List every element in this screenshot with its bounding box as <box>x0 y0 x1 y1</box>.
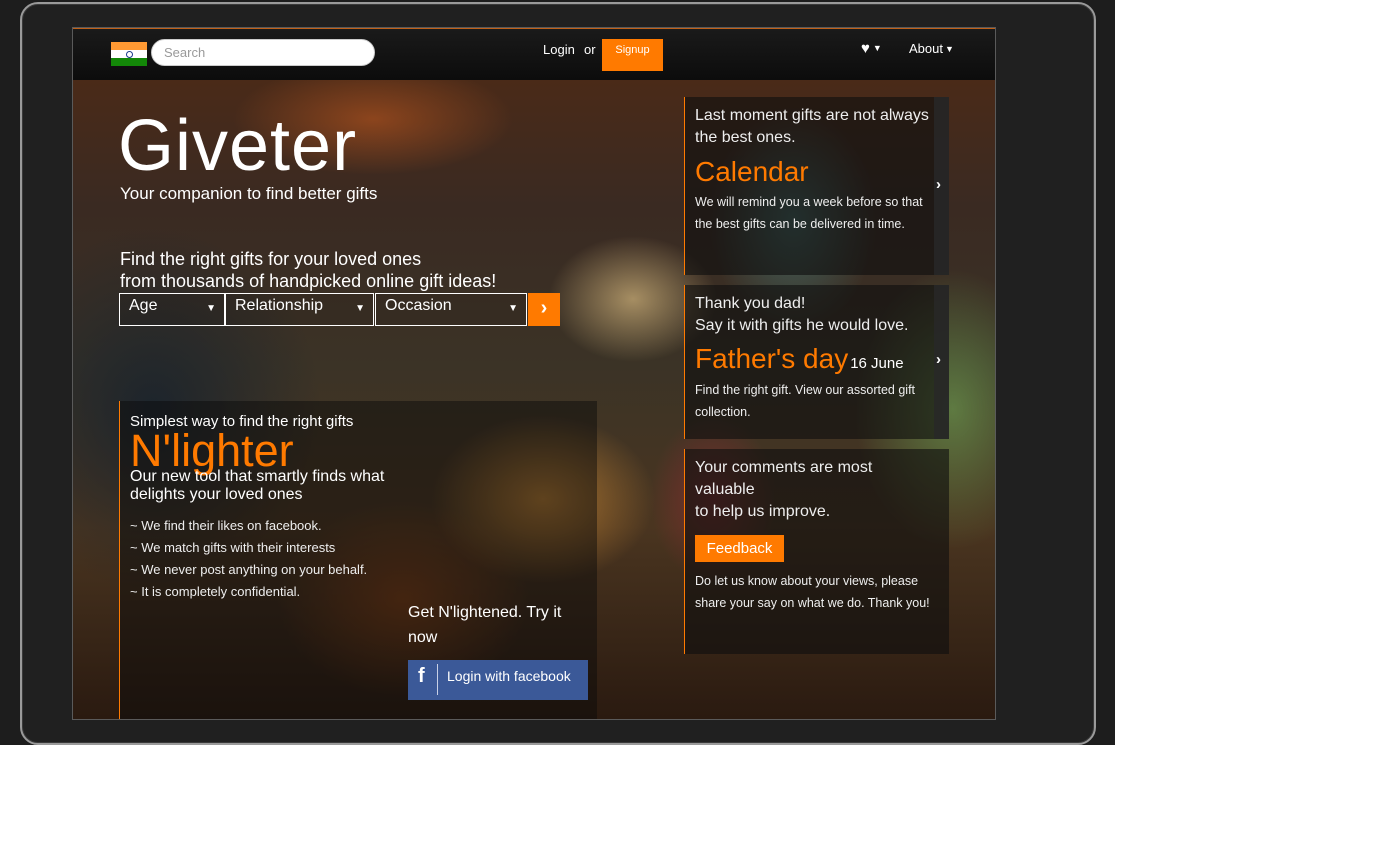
nlighter-panel: Simplest way to find the right gifts N'l… <box>119 401 597 719</box>
feedback-pretext: Your comments are most valuable to help … <box>695 457 915 523</box>
find-heading-line1: Find the right gifts for your loved ones <box>120 249 422 269</box>
occasion-select-label: Occasion <box>385 297 452 314</box>
signup-button[interactable]: Signup <box>602 39 663 71</box>
age-select[interactable]: Age ▼ <box>119 293 225 326</box>
login-link[interactable]: Login <box>543 42 575 57</box>
button-divider <box>437 664 438 695</box>
occasion-select[interactable]: Occasion ▼ <box>375 293 527 326</box>
fathers-day-date: 16 June <box>850 355 904 372</box>
or-text: or <box>584 42 596 57</box>
relationship-select-label: Relationship <box>235 297 324 314</box>
relationship-select[interactable]: Relationship ▼ <box>225 293 374 326</box>
calendar-title: Calendar <box>695 156 809 187</box>
chevron-right-icon: › <box>540 297 548 319</box>
feedback-body: Do let us know about your views, please … <box>695 574 930 610</box>
find-heading-line2: from thousands of handpicked online gift… <box>120 271 497 291</box>
chevron-down-icon: ▼ <box>508 303 518 314</box>
feedback-pretext-line1: Your comments are most valuable <box>695 459 873 498</box>
chevron-right-icon: › <box>936 351 941 368</box>
list-item: ~ We find their likes on facebook. <box>130 518 322 533</box>
calendar-pretext: Last moment gifts are not always the bes… <box>695 107 929 146</box>
calendar-card[interactable]: Last moment gifts are not always the bes… <box>684 97 949 275</box>
find-heading: Find the right gifts for your loved ones… <box>120 248 496 292</box>
feedback-button[interactable]: Feedback <box>695 535 784 562</box>
app-viewport: Login or Signup ♥▼ About▼ Giveter Your c… <box>72 27 996 720</box>
fathers-day-title: Father's day <box>695 343 849 374</box>
chevron-down-icon: ▼ <box>355 303 365 314</box>
calendar-body: We will remind you a week before so that… <box>695 195 923 231</box>
list-item: ~ It is completely confidential. <box>130 584 301 599</box>
nlighter-cta-text: Get N'lightened. Try it now <box>408 604 562 646</box>
nlighter-description: Our new tool that smartly finds what del… <box>130 468 385 503</box>
tagline: Your companion to find better gifts <box>120 184 378 203</box>
facebook-button-label: Login with facebook <box>447 668 571 684</box>
search-input[interactable] <box>151 39 375 66</box>
login-with-facebook-button[interactable]: f Login with facebook <box>408 660 588 700</box>
chevron-down-icon: ▼ <box>206 303 216 314</box>
chevron-right-icon: › <box>936 176 941 193</box>
search-go-button[interactable]: › <box>528 293 560 326</box>
fathers-day-card[interactable]: Thank you dad! Say it with gifts he woul… <box>684 285 949 439</box>
caret-down-icon: ▼ <box>872 43 882 53</box>
list-item: ~ We match gifts with their interests <box>130 540 336 555</box>
fathers-day-title-row: Father's day 16 June <box>695 343 904 375</box>
india-flag-icon[interactable] <box>111 42 147 66</box>
about-dropdown[interactable]: About ▼ <box>909 41 954 56</box>
fathers-day-pretext-line2: Say it with gifts he would love. <box>695 317 909 334</box>
caret-down-icon: ▼ <box>944 44 954 54</box>
age-select-label: Age <box>129 297 158 314</box>
fathers-day-body: Find the right gift. View our assorted g… <box>695 383 916 419</box>
wishlist-dropdown[interactable]: ♥ ▼ <box>861 40 882 57</box>
feedback-pretext-line2: to help us improve. <box>695 503 831 520</box>
brand-logo-text: Giveter <box>118 106 358 186</box>
nlighter-feature-list: ~ We find their likes on facebook. ~ We … <box>130 515 367 603</box>
top-navbar: Login or Signup ♥▼ About▼ <box>73 28 995 80</box>
about-label: About <box>909 41 943 56</box>
feedback-card: Your comments are most valuable to help … <box>684 449 949 654</box>
fathers-day-pretext-line1: Thank you dad! <box>695 295 806 312</box>
heart-icon: ♥ <box>861 40 870 57</box>
calendar-next-arrow[interactable]: › <box>934 97 949 275</box>
fathers-day-pretext: Thank you dad! Say it with gifts he woul… <box>695 293 908 337</box>
list-item: ~ We never post anything on your behalf. <box>130 562 368 577</box>
fathers-day-next-arrow[interactable]: › <box>934 285 949 439</box>
facebook-icon: f <box>418 665 425 687</box>
